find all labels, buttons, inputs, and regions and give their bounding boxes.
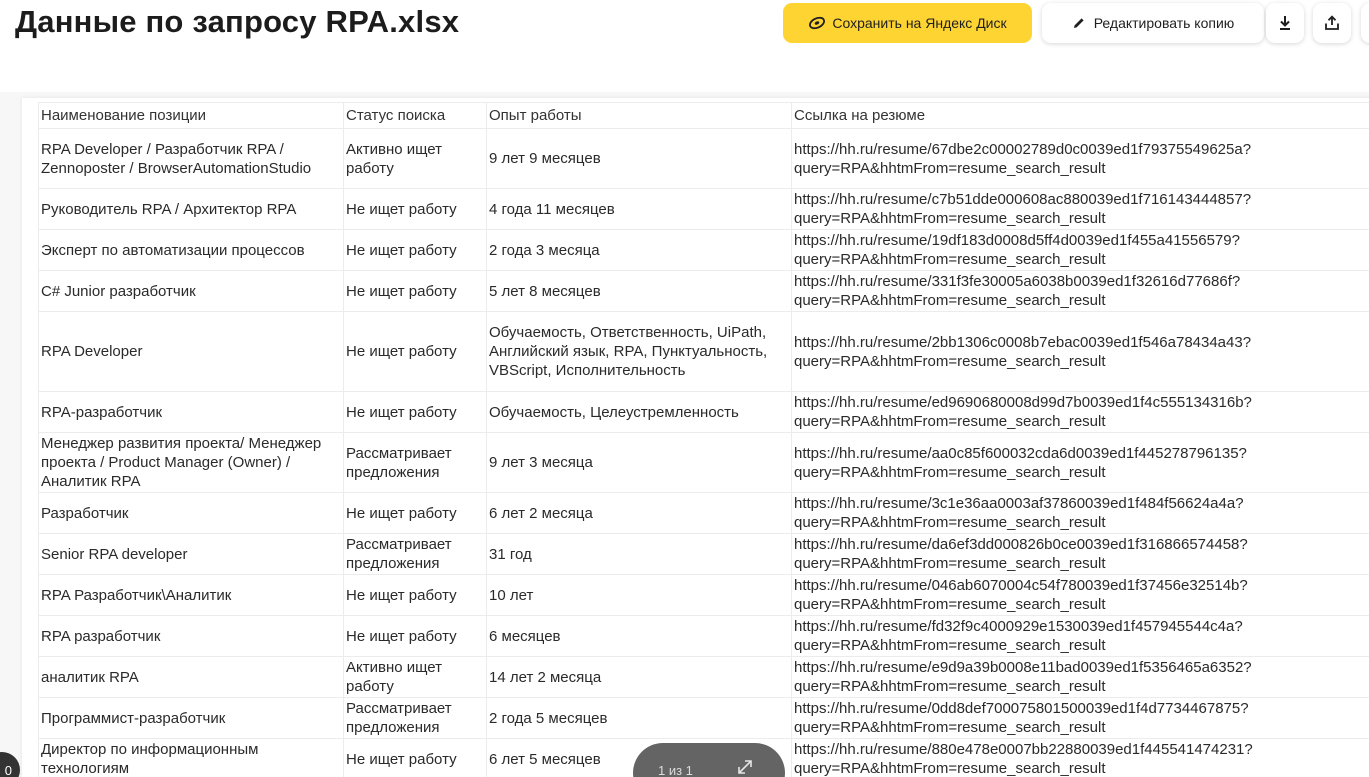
cell-link[interactable]: https://hh.ru/resume/67dbe2c00002789d0c0… [791, 128, 1369, 189]
header-experience: Опыт работы [486, 102, 792, 129]
cell-link[interactable]: https://hh.ru/resume/aa0c85f600032cda6d0… [791, 432, 1369, 493]
cell-status: Не ищет работу [343, 311, 487, 392]
header-link: Ссылка на резюме [791, 102, 1369, 129]
cell-position: RPA Developer / Разработчик RPA / Zennop… [38, 128, 344, 189]
cell-status: Активно ищет работу [343, 656, 487, 698]
document-title: Данные по запросу RPA.xlsx [15, 4, 460, 39]
table-header-row: Наименование позиции Статус поиска Опыт … [38, 102, 1369, 129]
cell-experience: Обучаемость, Целеустремленность [486, 391, 792, 433]
more-button[interactable] [1361, 3, 1369, 43]
pencil-icon [1072, 16, 1086, 30]
cell-position: RPA-разработчик [38, 391, 344, 433]
header-status: Статус поиска [343, 102, 487, 129]
cell-link[interactable]: https://hh.ru/resume/c7b51dde000608ac880… [791, 188, 1369, 230]
cell-position: Менеджер развития проекта/ Менеджер прое… [38, 432, 344, 493]
table-row: аналитик RPA Активно ищет работу 14 лет … [38, 656, 1369, 698]
download-icon [1278, 15, 1292, 31]
table-row: Эксперт по автоматизации процессов Не ищ… [38, 229, 1369, 271]
table-row: RPA разработчик Не ищет работу 6 месяцев… [38, 615, 1369, 657]
cell-experience: Обучаемость, Ответственность, UiPath, Ан… [486, 311, 792, 392]
cell-link[interactable]: https://hh.ru/resume/e9d9a39b0008e11bad0… [791, 656, 1369, 698]
table-row: Менеджер развития проекта/ Менеджер прое… [38, 432, 1369, 493]
expand-icon[interactable] [737, 759, 753, 777]
cell-status: Не ищет работу [343, 391, 487, 433]
table-row: Руководитель RPA / Архитектор RPA Не ище… [38, 188, 1369, 230]
document-viewer[interactable]: Наименование позиции Статус поиска Опыт … [0, 92, 1369, 777]
cell-experience: 6 лет 2 месяца [486, 492, 792, 534]
cell-status: Не ищет работу [343, 738, 487, 777]
cell-link[interactable]: https://hh.ru/resume/3c1e36aa0003af37860… [791, 492, 1369, 534]
cell-link[interactable]: https://hh.ru/resume/880e478e0007bb22880… [791, 738, 1369, 777]
share-icon [1324, 15, 1340, 31]
cell-experience: 10 лет [486, 574, 792, 616]
page-indicator: 1 из 1 [633, 743, 785, 777]
cell-position: RPA Developer [38, 311, 344, 392]
resume-table: Наименование позиции Статус поиска Опыт … [38, 102, 1369, 777]
table-row: RPA Разработчик\Аналитик Не ищет работу … [38, 574, 1369, 616]
table-row: Разработчик Не ищет работу 6 лет 2 месяц… [38, 492, 1369, 534]
table-row: Senior RPA developer Рассматривает предл… [38, 533, 1369, 575]
cell-link[interactable]: https://hh.ru/resume/da6ef3dd000826b0ce0… [791, 533, 1369, 575]
cell-status: Не ищет работу [343, 188, 487, 230]
cell-link[interactable]: https://hh.ru/resume/331f3fe30005a6038b0… [791, 270, 1369, 312]
table-row: RPA Developer / Разработчик RPA / Zennop… [38, 128, 1369, 189]
cell-status: Не ищет работу [343, 615, 487, 657]
spreadsheet-page: Наименование позиции Статус поиска Опыт … [22, 98, 1369, 777]
page-counter: 1 из 1 [658, 763, 693, 777]
cell-link[interactable]: https://hh.ru/resume/0dd8def700075801500… [791, 697, 1369, 739]
cell-position: RPA Разработчик\Аналитик [38, 574, 344, 616]
corner-button-label: 0 [4, 762, 12, 777]
header-bar: Данные по запросу RPA.xlsx Сохранить на … [0, 0, 1369, 56]
cell-experience: 9 лет 3 месяца [486, 432, 792, 493]
cell-experience: 4 года 11 месяцев [486, 188, 792, 230]
cell-position: Разработчик [38, 492, 344, 534]
cell-status: Рассматривает предложения [343, 432, 487, 493]
save-to-disk-button[interactable]: Сохранить на Яндекс Диск [783, 3, 1032, 43]
cell-link[interactable]: https://hh.ru/resume/19df183d0008d5ff4d0… [791, 229, 1369, 271]
cell-status: Не ищет работу [343, 270, 487, 312]
cell-position: аналитик RPA [38, 656, 344, 698]
cell-link[interactable]: https://hh.ru/resume/fd32f9c4000929e1530… [791, 615, 1369, 657]
header-position: Наименование позиции [38, 102, 344, 129]
cell-status: Не ищет работу [343, 229, 487, 271]
edit-button-label: Редактировать копию [1093, 15, 1235, 31]
cell-experience: 5 лет 8 месяцев [486, 270, 792, 312]
cell-experience: 14 лет 2 месяца [486, 656, 792, 698]
cell-experience: 2 года 3 месяца [486, 229, 792, 271]
table-row: C# Junior разработчик Не ищет работу 5 л… [38, 270, 1369, 312]
cell-position: Директор по информационным технологиям [38, 738, 344, 777]
cell-status: Не ищет работу [343, 574, 487, 616]
cell-experience: 31 год [486, 533, 792, 575]
save-button-label: Сохранить на Яндекс Диск [832, 15, 1007, 31]
table-row: RPA Developer Не ищет работу Обучаемость… [38, 311, 1369, 392]
cell-experience: 6 месяцев [486, 615, 792, 657]
table-row: RPA-разработчик Не ищет работу Обучаемос… [38, 391, 1369, 433]
cell-position: Руководитель RPA / Архитектор RPA [38, 188, 344, 230]
cell-position: Программист-разработчик [38, 697, 344, 739]
cell-link[interactable]: https://hh.ru/resume/ed9690680008d99d7b0… [791, 391, 1369, 433]
cell-status: Активно ищет работу [343, 128, 487, 189]
share-button[interactable] [1313, 3, 1351, 43]
cell-experience: 9 лет 9 месяцев [486, 128, 792, 189]
download-button[interactable] [1266, 3, 1304, 43]
disk-icon [808, 16, 826, 30]
cell-link[interactable]: https://hh.ru/resume/2bb1306c0008b7ebac0… [791, 311, 1369, 392]
cell-status: Не ищет работу [343, 492, 487, 534]
cell-status: Рассматривает предложения [343, 697, 487, 739]
table-row: Программист-разработчик Рассматривает пр… [38, 697, 1369, 739]
cell-experience: 2 года 5 месяцев [486, 697, 792, 739]
edit-copy-button[interactable]: Редактировать копию [1042, 3, 1264, 43]
cell-link[interactable]: https://hh.ru/resume/046ab6070004c54f780… [791, 574, 1369, 616]
cell-status: Рассматривает предложения [343, 533, 487, 575]
cell-position: RPA разработчик [38, 615, 344, 657]
cell-position: Эксперт по автоматизации процессов [38, 229, 344, 271]
cell-position: C# Junior разработчик [38, 270, 344, 312]
cell-position: Senior RPA developer [38, 533, 344, 575]
